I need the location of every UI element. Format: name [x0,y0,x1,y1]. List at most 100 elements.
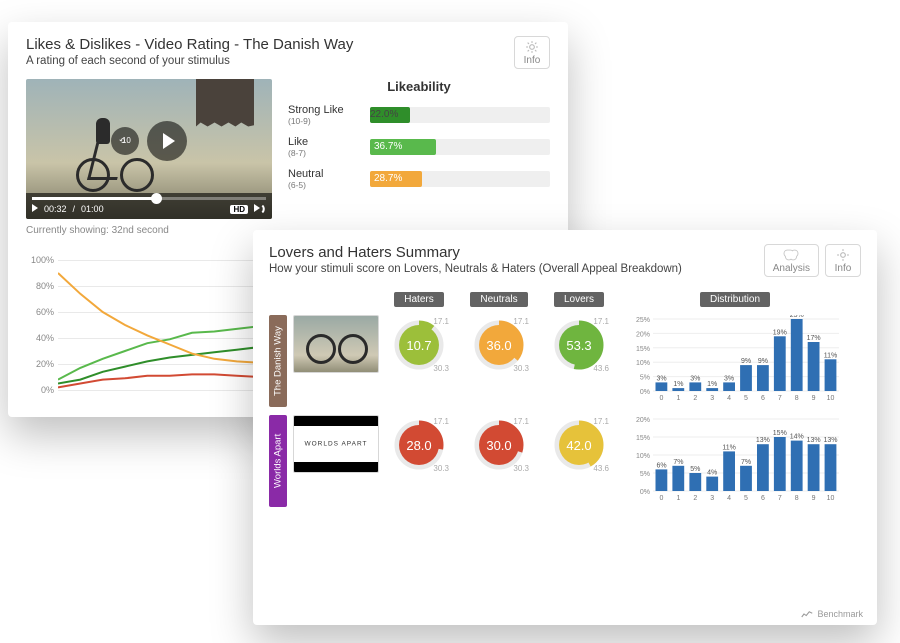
panel-title: Likes & Dislikes - Video Rating - The Da… [26,36,353,53]
thumbnail-caption: WORLDS APART [294,441,378,448]
likeability-title: Likeability [288,79,550,94]
lovers-cell: 53.317.143.6 [539,315,619,375]
svg-text:25%: 25% [636,317,650,324]
donut-ref-top: 17.1 [433,417,449,426]
info-button[interactable]: Info [514,36,550,69]
analysis-button-label: Analysis [773,263,810,274]
column-headers: Haters Neutrals Lovers Distribution [379,289,861,307]
video-illustration [76,158,154,197]
lovers-haters-panel: Lovers and Haters Summary How your stimu… [253,230,877,625]
svg-text:9: 9 [812,395,816,402]
likeability-value: 36.7% [374,139,402,155]
rewind-label: 10 [122,136,131,145]
svg-text:1%: 1% [673,381,683,388]
video-progress-thumb[interactable] [151,193,162,204]
donut-ref-top: 17.1 [513,317,529,326]
svg-text:0%: 0% [640,489,650,496]
likeability-value: 28.7% [374,171,402,187]
svg-text:1%: 1% [707,381,717,388]
donut-ref-bottom: 30.3 [513,464,529,473]
likeability-row: Strong Like(10-9) 22.0% [288,104,550,126]
svg-text:4: 4 [727,395,731,402]
svg-text:8: 8 [795,395,799,402]
svg-text:10%: 10% [636,360,650,367]
video-time-sep: / [73,204,76,214]
panel-subtitle: How your stimuli score on Lovers, Neutra… [269,263,682,275]
likeability-label: Strong Like(10-9) [288,104,360,126]
video-caption: Currently showing: 32nd second [26,225,272,236]
stimulus-label: The Danish Way [269,315,287,407]
svg-text:8: 8 [795,495,799,502]
info-button[interactable]: Info [825,244,861,277]
svg-text:1: 1 [676,495,680,502]
play-button[interactable] [147,121,187,161]
video-player[interactable]: ⟲ 10 00:32 / 01:00 [26,79,272,219]
haters-cell: 10.717.130.3 [379,315,459,375]
likeability-value: 22.0% [370,107,398,123]
svg-text:13%: 13% [807,437,821,444]
donut-value: 28.0 [399,425,439,465]
header-lovers: Lovers [554,292,604,307]
svg-text:11%: 11% [722,444,736,451]
rewind-button[interactable]: ⟲ 10 [111,127,139,155]
panel-subtitle: A rating of each second of your stimulus [26,55,353,67]
donut-gauge: 53.317.143.6 [553,319,605,371]
svg-text:25%: 25% [790,315,804,319]
svg-text:9%: 9% [741,358,751,365]
donut-ref-top: 17.1 [513,417,529,426]
analysis-button[interactable]: Analysis [764,244,819,277]
svg-text:9%: 9% [758,358,768,365]
svg-text:3: 3 [710,395,714,402]
svg-text:4%: 4% [707,470,717,477]
svg-text:2: 2 [693,395,697,402]
svg-text:5%: 5% [640,375,650,382]
video-time-total: 01:00 [81,204,104,214]
info-button-label: Info [835,263,852,274]
video-progress-fill [32,197,156,200]
svg-text:0%: 0% [640,389,650,396]
svg-text:10%: 10% [636,453,650,460]
likeability-row: Like(8-7) 36.7% [288,136,550,158]
distribution-chart: 0%5%10%15%20%6%07%15%24%311%47%513%615%7… [625,415,847,507]
gear-icon [523,40,541,54]
svg-text:7%: 7% [673,459,683,466]
svg-text:0: 0 [660,495,664,502]
svg-text:11%: 11% [824,352,838,359]
svg-text:5: 5 [744,495,748,502]
donut-value: 36.0 [479,325,519,365]
svg-text:3%: 3% [656,375,666,382]
donut-value: 42.0 [559,425,599,465]
donut-gauge: 10.717.130.3 [393,319,445,371]
video-progress[interactable] [32,197,266,200]
svg-text:14%: 14% [790,434,804,441]
svg-text:13%: 13% [823,437,837,444]
volume-icon[interactable] [254,204,266,214]
stimulus-thumbnail[interactable]: WORLDS APART [293,415,379,473]
svg-text:20%: 20% [636,417,650,424]
header-neutrals: Neutrals [470,292,527,307]
svg-text:3: 3 [710,495,714,502]
likeability-label: Neutral(6-5) [288,168,360,190]
benchmark-legend: Benchmark [801,609,863,619]
benchmark-label: Benchmark [817,609,863,619]
stimulus-row: Worlds ApartWORLDS APART28.017.130.330.0… [269,415,861,507]
svg-text:5: 5 [744,395,748,402]
donut-value: 30.0 [479,425,519,465]
svg-text:19%: 19% [773,329,787,336]
svg-text:0: 0 [660,395,664,402]
donut-gauge: 42.017.143.6 [553,419,605,471]
stimulus-thumbnail[interactable] [293,315,379,373]
donut-ref-top: 17.1 [433,317,449,326]
video-controls: 00:32 / 01:00 HD [26,193,272,219]
stimulus-label: Worlds Apart [269,415,287,507]
svg-text:5%: 5% [640,471,650,478]
svg-text:3%: 3% [724,375,734,382]
likeability-label: Like(8-7) [288,136,360,158]
svg-text:3%: 3% [690,375,700,382]
donut-gauge: 28.017.130.3 [393,419,445,471]
donut-value: 53.3 [559,325,599,365]
play-icon[interactable] [32,204,38,214]
svg-text:15%: 15% [773,430,787,437]
svg-text:1: 1 [676,395,680,402]
svg-text:2: 2 [693,495,697,502]
